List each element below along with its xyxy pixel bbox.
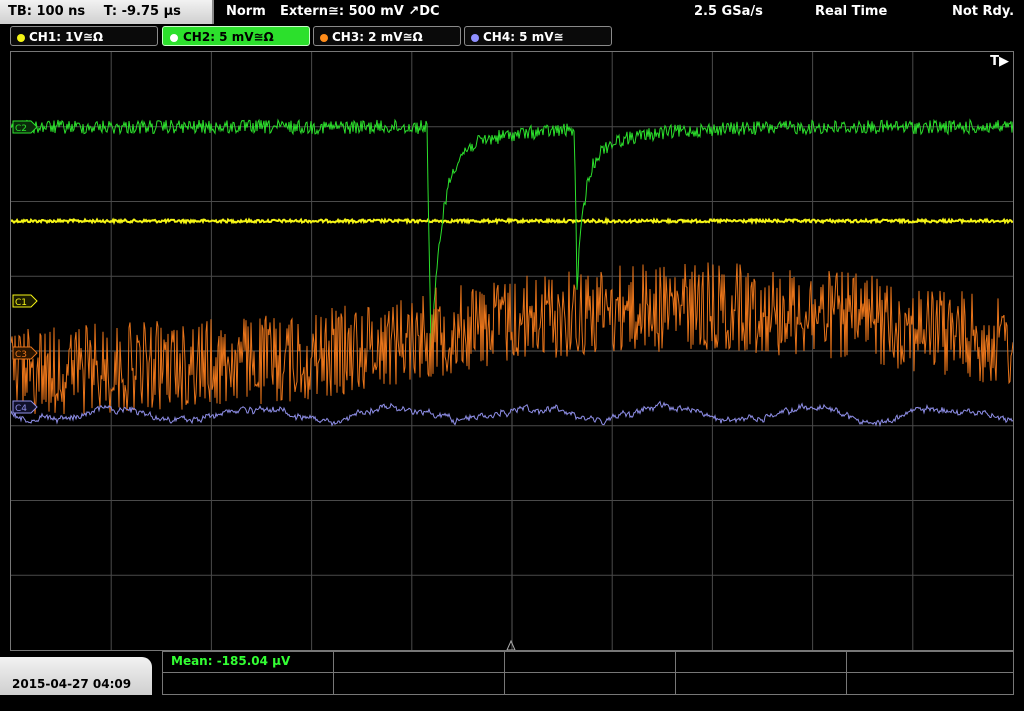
channel-3-dot-icon [320, 33, 328, 42]
trigger-status: Not Rdy. [952, 4, 1015, 19]
channel-4-tab[interactable]: CH4: 5 mV≅ [464, 26, 612, 46]
channel-tabs: CH1: 1V≅Ω CH2: 5 mV≅Ω CH3: 2 mV≅Ω CH4: 5… [0, 26, 1024, 48]
channel-4-marker[interactable]: C4 [12, 400, 38, 414]
trigger-position-marker [506, 639, 516, 650]
trigger-source[interactable]: Extern≅: 500 mV ↗DC [280, 0, 440, 24]
measurement-cell[interactable]: Mean: -185.04 µV [162, 651, 334, 673]
measurement-cell-empty [675, 672, 847, 695]
channel-1-dot-icon [17, 33, 25, 42]
channel-2-dot-icon [169, 32, 179, 43]
channel-1-label: CH1: 1V≅Ω [29, 30, 104, 44]
channel-3-label: CH3: 2 mV≅Ω [332, 30, 423, 44]
svg-text:C2: C2 [15, 124, 27, 134]
channel-2-label: CH2: 5 mV≅Ω [183, 30, 274, 44]
timebase-box[interactable]: TB: 100 ns T: -9.75 µs [0, 0, 214, 24]
channel-1-marker[interactable]: C1 [12, 294, 38, 308]
status-bar: TB: 100 ns T: -9.75 µs Norm Extern≅: 500… [0, 0, 1024, 24]
channel-1-tab[interactable]: CH1: 1V≅Ω [10, 26, 158, 46]
waveform-display[interactable]: C2 C1 C3 C4 T▶ [10, 51, 1014, 651]
sample-rate: 2.5 GSa/s [694, 4, 763, 19]
measurement-cell-empty [162, 672, 334, 695]
trigger-position-indicator: T▶ [990, 54, 1009, 69]
measurement-cell-empty [846, 651, 1014, 673]
measurement-cell-empty [333, 651, 505, 673]
mean-measurement: Mean: -185.04 µV [171, 654, 291, 668]
measurement-panel: Mean: -185.04 µV [162, 651, 1014, 695]
channel-2-tab[interactable]: CH2: 5 mV≅Ω [162, 26, 310, 46]
measurement-cell-empty [675, 651, 847, 673]
measurement-cell-empty [504, 672, 676, 695]
date-time-label: 2015-04-27 04:09 [12, 677, 132, 691]
date-time: 2015-04-27 04:09 [0, 657, 152, 695]
trigger-time-label: T: -9.75 µs [103, 4, 181, 19]
svg-text:C3: C3 [15, 350, 27, 360]
acquisition-mode: Real Time [815, 4, 888, 19]
channel-3-tab[interactable]: CH3: 2 mV≅Ω [313, 26, 461, 46]
channel-4-dot-icon [471, 33, 479, 42]
channel-3-marker[interactable]: C3 [12, 346, 38, 360]
channel-4-label: CH4: 5 mV≅ [483, 30, 564, 44]
timebase-label: TB: 100 ns [8, 4, 86, 19]
measurement-cell-empty [333, 672, 505, 695]
svg-text:C4: C4 [15, 404, 27, 414]
trigger-mode[interactable]: Norm [226, 0, 266, 24]
measurement-cell-empty [504, 651, 676, 673]
measurement-cell-empty [846, 672, 1014, 695]
svg-text:C1: C1 [15, 298, 27, 308]
waveform-svg: C2 C1 C3 C4 [11, 52, 1013, 650]
